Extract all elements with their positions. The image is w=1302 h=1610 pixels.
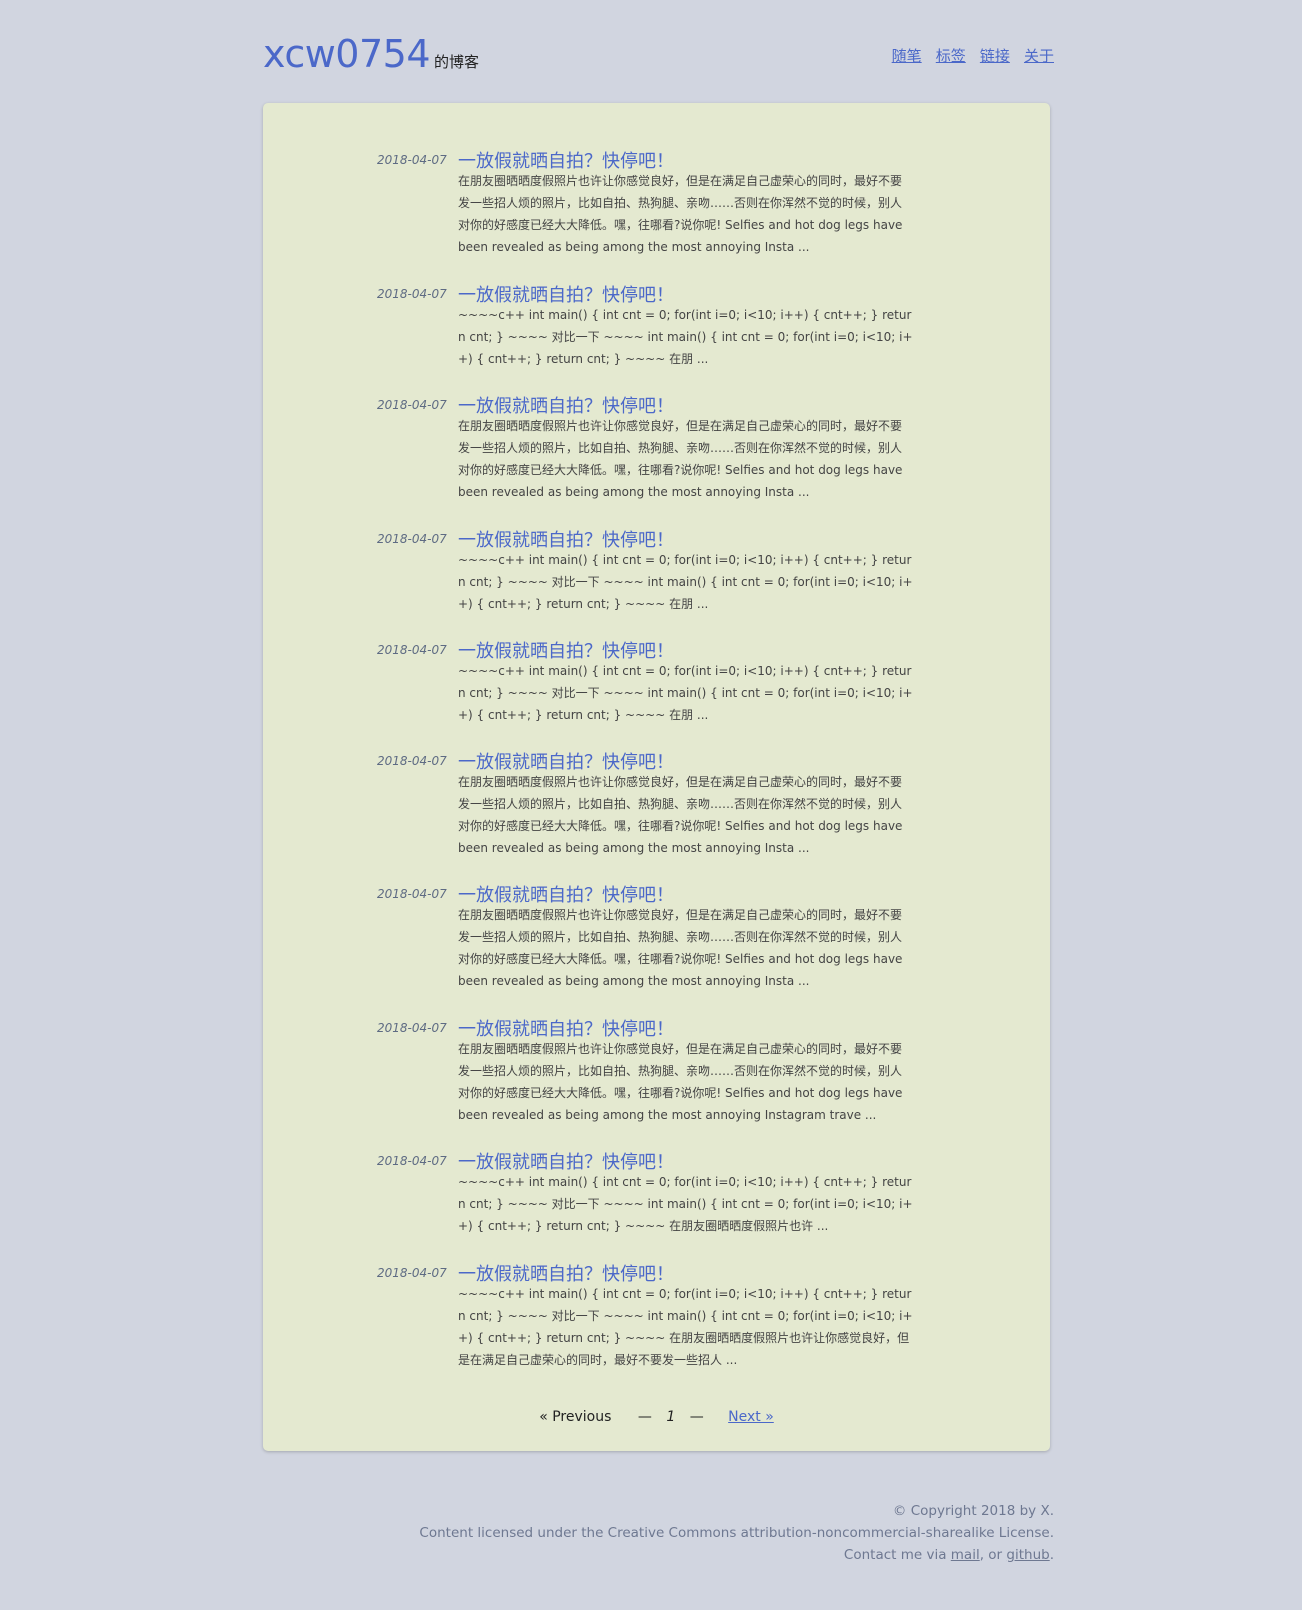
- post-excerpt: ~~~~c++ int main() { int cnt = 0; for(in…: [458, 1287, 913, 1367]
- post-excerpt: 在朋友圈晒晒度假照片也许让你感觉良好，但是在满足自己虚荣心的同时，最好不要发一些…: [458, 174, 903, 254]
- contact-end: .: [1049, 1547, 1054, 1563]
- post-excerpt: 在朋友圈晒晒度假照片也许让你感觉良好，但是在满足自己虚荣心的同时，最好不要发一些…: [458, 419, 903, 499]
- post-excerpt: ~~~~c++ int main() { int cnt = 0; for(in…: [458, 664, 913, 722]
- post-excerpt: 在朋友圈晒晒度假照片也许让你感觉良好，但是在满足自己虚荣心的同时，最好不要发一些…: [458, 1042, 903, 1122]
- site-footer: © Copyright 2018 by X. Content licensed …: [419, 1500, 1054, 1566]
- contact-prefix: Contact me via: [843, 1547, 951, 1563]
- github-link[interactable]: github: [1006, 1547, 1049, 1563]
- nav-link-links[interactable]: 链接: [980, 47, 1010, 65]
- copyright-text: © Copyright 2018 by X.: [892, 1503, 1054, 1519]
- nav-link-essays[interactable]: 随笔: [892, 47, 922, 65]
- next-page-link[interactable]: Next »: [728, 1409, 774, 1425]
- site-title-suffix: 的博客: [434, 53, 480, 71]
- previous-page-label: « Previous: [539, 1409, 612, 1425]
- post-excerpt: 在朋友圈晒晒度假照片也许让你感觉良好，但是在满足自己虚荣心的同时，最好不要发一些…: [458, 775, 903, 855]
- site-brand: xcw0754 的博客: [263, 32, 479, 76]
- nav-link-tags[interactable]: 标签: [936, 47, 966, 65]
- license-text: Content licensed under the Creative Comm…: [419, 1525, 1054, 1541]
- post-list-panel: 2018-04-07 一放假就晒自拍？快停吧！ 在朋友圈晒晒度假照片也许让你感觉…: [263, 103, 1050, 1451]
- post-excerpt: ~~~~c++ int main() { int cnt = 0; for(in…: [458, 308, 913, 366]
- post-excerpt: ~~~~c++ int main() { int cnt = 0; for(in…: [458, 1175, 913, 1233]
- post-excerpt: 在朋友圈晒晒度假照片也许让你感觉良好，但是在满足自己虚荣心的同时，最好不要发一些…: [458, 908, 903, 988]
- pagination: « Previous — 1 — Next »: [263, 1409, 1050, 1425]
- mail-link[interactable]: mail: [951, 1547, 980, 1563]
- top-nav: 随笔 标签 链接 关于: [883, 45, 1054, 66]
- contact-line: Contact me via mail, or github.: [419, 1544, 1054, 1566]
- current-page-number: 1: [666, 1409, 676, 1425]
- post-excerpt: ~~~~c++ int main() { int cnt = 0; for(in…: [458, 553, 913, 611]
- contact-or: , or: [979, 1547, 1007, 1563]
- site-title-link[interactable]: xcw0754: [263, 32, 431, 76]
- nav-link-about[interactable]: 关于: [1024, 47, 1054, 65]
- pager-separator: —: [637, 1409, 652, 1425]
- pager-separator: —: [689, 1409, 704, 1425]
- site-header: xcw0754 的博客 随笔 标签 链接 关于: [263, 32, 1054, 82]
